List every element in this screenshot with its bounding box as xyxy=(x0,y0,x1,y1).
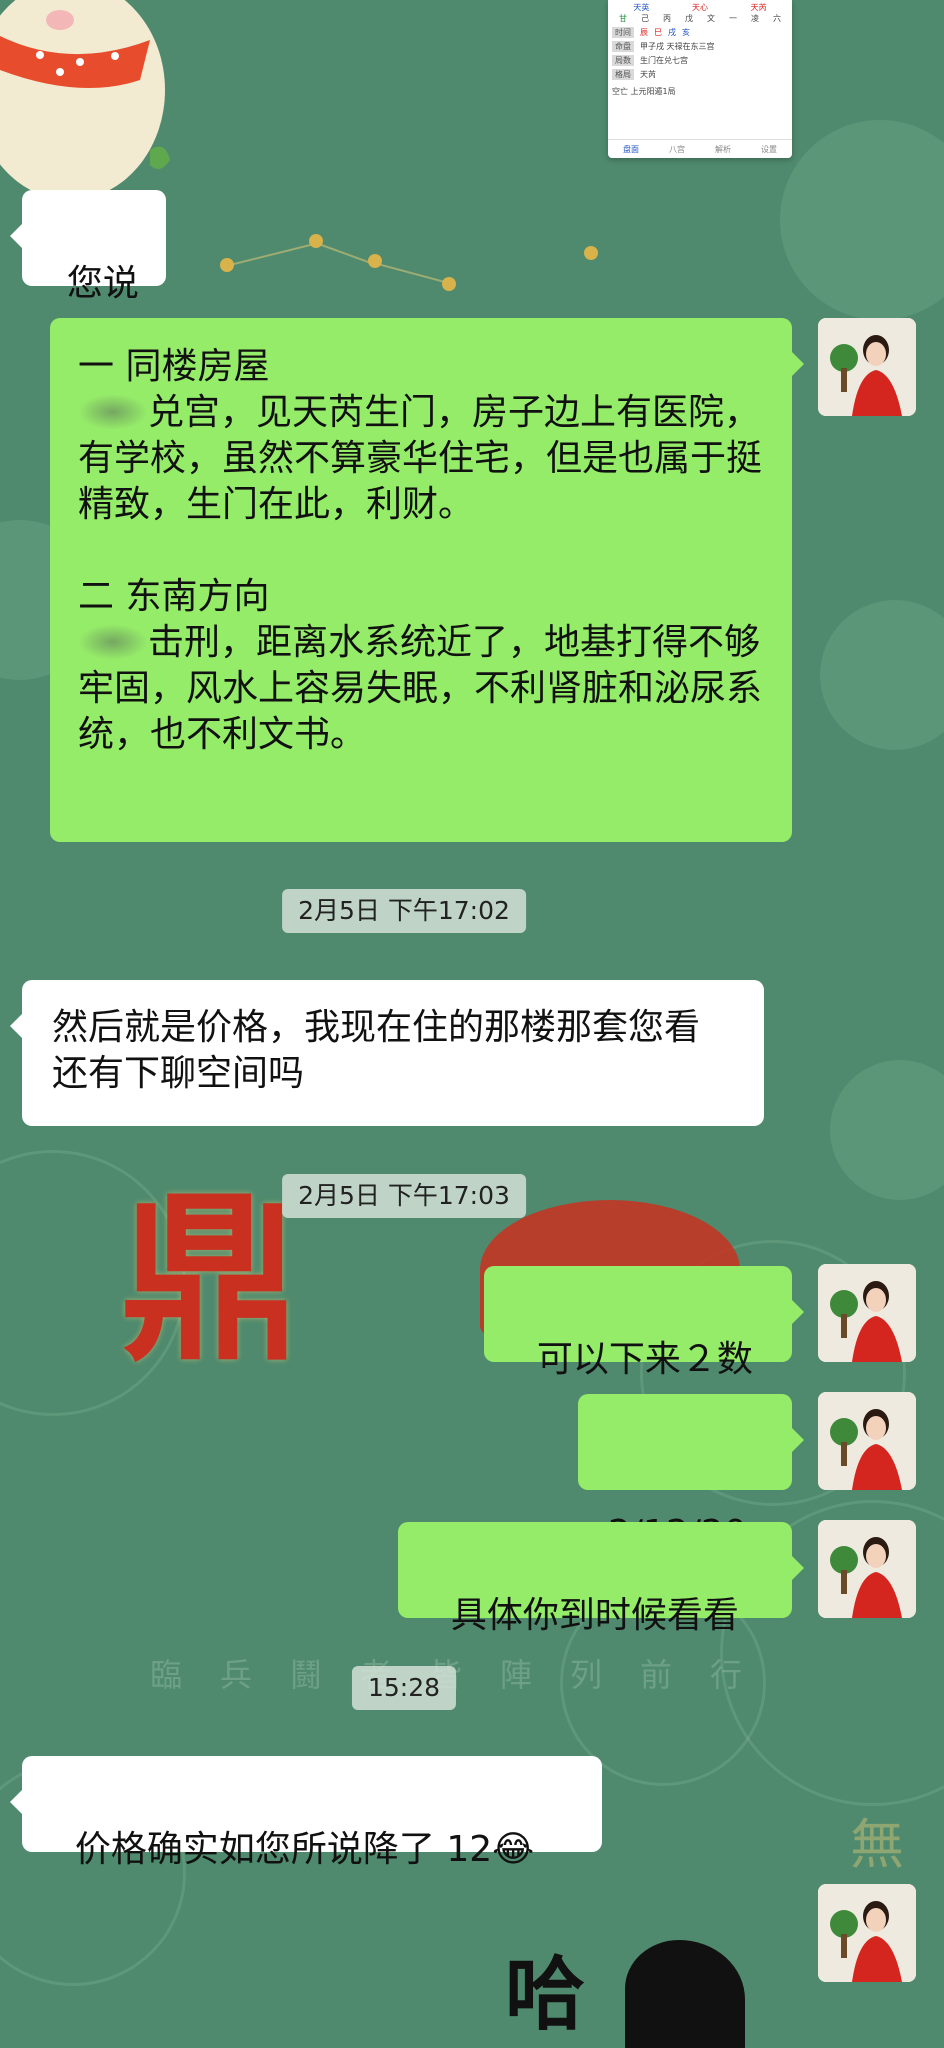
background-side-glyph: 無 xyxy=(850,1813,904,1876)
card-row-label: 格局 xyxy=(612,69,634,80)
background-black-glyph: 哈 xyxy=(505,1947,585,2041)
message-bubble-outgoing[interactable]: 2/12/20 xyxy=(578,1394,804,1554)
message-text: 然后就是价格，我现在住的那楼那套您看还有下聊空间吗 xyxy=(52,1007,701,1094)
blurred-redaction xyxy=(78,624,148,660)
star-dot xyxy=(309,234,323,248)
card-cell: 巳 xyxy=(654,28,662,37)
card-row-text: 甲子戌 天禄在东三宫 xyxy=(640,42,715,51)
card-header-cell: 天心 xyxy=(691,3,708,12)
background-red-glyph: 鼎 xyxy=(120,1174,301,1385)
avatar-self[interactable] xyxy=(818,1884,916,1982)
message-text: 价格确实如您所说降了 12😂 xyxy=(74,1829,535,1870)
message-bubble-outgoing[interactable]: 一 同楼房屋 兑宫，见天芮生门，房子边上有医院，有学校，虽然不算豪华住宅，但是也… xyxy=(50,318,804,842)
message-section-body: 兑宫，见天芮生门，房子边上有医院，有学校，虽然不算豪华住宅，但是也属于挺精致，生… xyxy=(78,390,764,528)
star-dot xyxy=(442,277,456,291)
sheep-sticker xyxy=(0,0,170,190)
card-header-cell: 一 xyxy=(729,14,737,23)
card-header-cell: 凌 xyxy=(751,14,759,23)
message-text: 具体你到时候看看 xyxy=(450,1595,739,1636)
message-text: 可以下来２数 xyxy=(536,1339,753,1380)
star-dot xyxy=(584,246,598,260)
card-row-label: 时间 xyxy=(612,27,634,38)
message-section-body: 击刑，距离水系统近了，地基打得不够牢固，风水上容易失眠，不利肾脏和泌尿系统，也不… xyxy=(78,620,764,758)
star-dot xyxy=(368,254,382,268)
card-row-text: 生门在兑七宫 xyxy=(640,56,688,65)
message-section-title: 一 同楼房屋 xyxy=(78,346,270,387)
card-footer-text: 空亡 上元阳遁1局 xyxy=(612,87,676,96)
message-text: 兑宫，见天芮生门，房子边上有医院，有学校，虽然不算豪华住宅，但是也属于挺精致，生… xyxy=(78,392,763,525)
message-timestamp: 15:28 xyxy=(351,1666,457,1710)
shared-screenshot-card[interactable]: 天英 天心 天芮 甘 己 丙 戊 文 一 凌 六 时间 辰 巳 戌 亥 命盘 甲… xyxy=(608,0,792,158)
avatar-self[interactable] xyxy=(818,1264,916,1362)
message-text: 击刑，距离水系统近了，地基打得不够牢固，风水上容易失眠，不利肾脏和泌尿系统，也不… xyxy=(78,622,763,755)
card-header-cell: 文 xyxy=(707,14,715,23)
card-header-cell: 甘 xyxy=(619,14,627,23)
card-header-cell: 丙 xyxy=(663,14,671,23)
message-timestamp: 2月5日 下午17:03 xyxy=(282,1174,526,1218)
card-header-cell: 六 xyxy=(773,14,781,23)
card-row-label: 命盘 xyxy=(612,41,634,52)
message-section-title: 二 东南方向 xyxy=(78,576,270,617)
blurred-redaction xyxy=(78,394,148,430)
card-tab: 设置 xyxy=(761,144,777,154)
avatar-self[interactable] xyxy=(818,1520,916,1618)
avatar-self[interactable] xyxy=(818,318,916,416)
message-bubble-incoming[interactable]: 然后就是价格，我现在住的那楼那套您看还有下聊空间吗 xyxy=(10,980,764,1126)
message-bubble-incoming[interactable]: 您说 xyxy=(10,190,166,304)
card-row-text: 天芮 xyxy=(640,70,656,79)
card-tab: 八宫 xyxy=(669,144,685,154)
message-bubble-incoming[interactable]: 价格确实如您所说降了 12😂 xyxy=(10,1756,602,1870)
card-header-cell: 戊 xyxy=(685,14,693,23)
card-tab: 解析 xyxy=(715,144,731,154)
avatar-self[interactable] xyxy=(818,1392,916,1490)
card-header-cell: 己 xyxy=(641,14,649,23)
star-dot xyxy=(220,258,234,272)
background-faint-text: 臨兵鬪者皆陣列前行 xyxy=(150,1656,781,1694)
message-text: 您说 xyxy=(66,263,139,304)
card-header-cell: 天英 xyxy=(633,3,650,12)
card-cell: 戌 xyxy=(668,28,676,37)
message-bubble-outgoing[interactable]: 具体你到时候看看 xyxy=(398,1522,804,1636)
message-timestamp: 2月5日 下午17:02 xyxy=(282,889,526,933)
message-bubble-outgoing[interactable]: 可以下来２数 xyxy=(484,1266,804,1380)
background-black-cat xyxy=(625,1940,745,2048)
card-cell: 亥 xyxy=(682,28,690,37)
card-header-cell: 天芮 xyxy=(750,3,767,12)
card-row-label: 局数 xyxy=(612,55,634,66)
card-cell: 辰 xyxy=(640,28,648,37)
card-tab: 盘面 xyxy=(623,144,639,154)
